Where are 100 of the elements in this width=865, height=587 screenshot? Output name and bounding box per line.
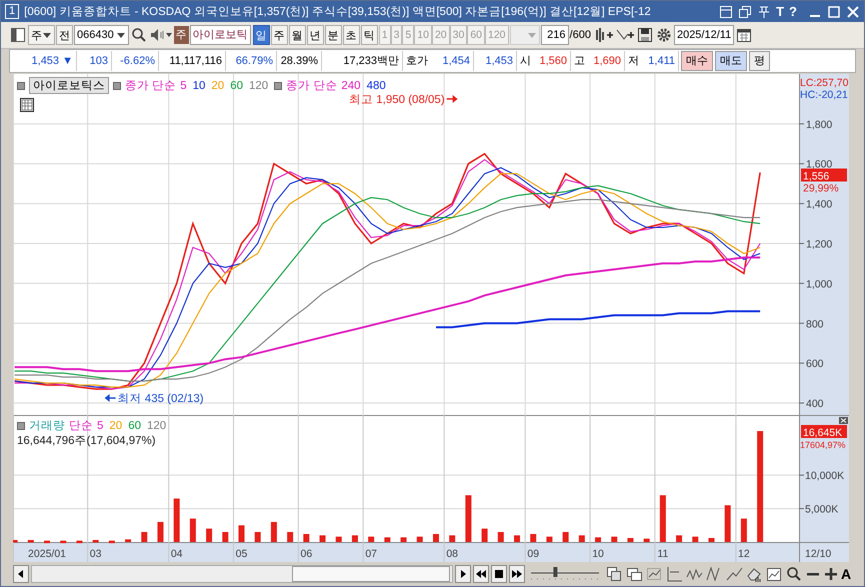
title-bar-button[interactable]: T bbox=[776, 4, 784, 18]
date-axis-label: 03 bbox=[90, 548, 102, 560]
period-label: 10 bbox=[192, 80, 206, 92]
restore-icon[interactable] bbox=[738, 4, 752, 18]
volume-bar bbox=[708, 538, 714, 542]
date-axis-label: 05 bbox=[236, 548, 248, 560]
open-price: 1,560 bbox=[534, 51, 571, 71]
ask-price: 1,454 bbox=[431, 51, 474, 71]
previous-button[interactable]: 전 bbox=[56, 25, 73, 45]
trade-volume: 11,117,116 bbox=[159, 51, 226, 71]
period-label: 5 bbox=[180, 80, 187, 92]
volume-bar bbox=[174, 498, 180, 542]
window-number: 1 bbox=[5, 4, 20, 19]
period-label: 60 bbox=[230, 80, 243, 92]
stock-button[interactable]: 아이로보틱스 bbox=[29, 77, 109, 94]
save-icon[interactable] bbox=[636, 26, 654, 44]
volume-bar bbox=[627, 538, 634, 542]
add-bars-icon[interactable] bbox=[594, 26, 614, 44]
scroll-right-button[interactable] bbox=[455, 565, 471, 583]
table-icon[interactable] bbox=[19, 97, 35, 113]
chart-window-icon[interactable] bbox=[765, 565, 783, 583]
volume-bar bbox=[644, 538, 650, 542]
bid-price: 1,453 bbox=[474, 51, 517, 71]
volume-bar bbox=[60, 540, 66, 544]
indicator-method: 단순 bbox=[69, 419, 93, 433]
search-icon[interactable] bbox=[130, 26, 148, 44]
low-price-annotation: 최저 435 (02/13) bbox=[118, 393, 204, 406]
stock-name-field[interactable]: 아이로보틱 bbox=[190, 25, 251, 45]
volume-bar bbox=[611, 536, 618, 542]
stock-code-field[interactable]: 066430 bbox=[74, 25, 129, 45]
high-price: 1,690 bbox=[588, 51, 625, 71]
volume-bar bbox=[287, 532, 294, 542]
arrow-icon bbox=[104, 394, 116, 402]
price-axis-label: 1,200 bbox=[806, 238, 832, 250]
period-tab[interactable]: 주 bbox=[270, 25, 288, 45]
close-icon[interactable] bbox=[846, 4, 860, 18]
overlap-windows-icon[interactable] bbox=[605, 565, 623, 583]
quote-label: 호가 bbox=[405, 54, 429, 69]
settings-icon[interactable] bbox=[654, 26, 673, 44]
order-button[interactable]: 매수 bbox=[681, 51, 713, 71]
dotted-chart-icon[interactable] bbox=[645, 565, 663, 583]
period-tab[interactable]: 년 bbox=[306, 25, 324, 45]
change-rate: -6.62% bbox=[112, 51, 159, 71]
period-tab[interactable]: 틱 bbox=[360, 25, 378, 45]
order-button[interactable]: 평 bbox=[749, 51, 770, 71]
plus-icon[interactable] bbox=[823, 565, 839, 583]
price-axis-label: 600 bbox=[806, 358, 824, 370]
bar-count-field[interactable]: 216 bbox=[540, 25, 569, 45]
date-field[interactable]: 2025/12/11 bbox=[674, 25, 734, 45]
high-label: 고 bbox=[573, 54, 586, 69]
hc-label: HC:-20,21 bbox=[800, 89, 848, 101]
dropdown-arrow-icon bbox=[42, 30, 52, 40]
period-label: 20 bbox=[109, 420, 122, 432]
period-label: 120 bbox=[249, 80, 268, 92]
volume-axis-label: 10,000K bbox=[805, 470, 844, 482]
scroll-left-button[interactable] bbox=[13, 565, 29, 583]
font-size-button[interactable]: A bbox=[841, 566, 852, 582]
price-axis-label: 800 bbox=[806, 318, 824, 330]
search-icon[interactable] bbox=[785, 565, 803, 583]
volume-bar bbox=[125, 539, 132, 542]
stock-type-tag: 주 bbox=[174, 26, 189, 44]
period-tab[interactable]: 초 bbox=[342, 25, 360, 45]
pin-icon[interactable] bbox=[757, 4, 772, 18]
panel-icon[interactable] bbox=[9, 26, 27, 44]
title-bar-button[interactable]: ? bbox=[789, 4, 797, 18]
calendar-icon[interactable] bbox=[735, 26, 754, 44]
date-axis-label: 08 bbox=[446, 548, 458, 560]
date-axis-label: 2025/01 bbox=[28, 548, 66, 560]
left-arrow-icon bbox=[17, 569, 25, 579]
low-price: 1,411 bbox=[642, 51, 679, 71]
market-selector[interactable]: 주 bbox=[28, 25, 55, 45]
period-label: 20 bbox=[211, 80, 224, 92]
indicator-title: 종가 단순 bbox=[125, 79, 176, 93]
volume-bar bbox=[400, 537, 407, 542]
layout-icon[interactable] bbox=[719, 4, 734, 18]
rewind-button[interactable] bbox=[473, 565, 489, 583]
volume-bar bbox=[416, 536, 423, 542]
fast-forward-button[interactable] bbox=[509, 565, 525, 583]
slider-thumb[interactable] bbox=[553, 567, 558, 577]
order-button[interactable]: 매도 bbox=[715, 51, 747, 71]
trend-line-icon[interactable] bbox=[725, 565, 743, 583]
maximize-icon[interactable] bbox=[827, 4, 841, 18]
stop-button[interactable] bbox=[491, 565, 507, 583]
high-price-annotation: 최고 1,950 (08/05) bbox=[349, 94, 445, 106]
arrow-icon bbox=[446, 94, 458, 103]
low-label: 저 bbox=[627, 54, 640, 69]
volume-bar bbox=[28, 540, 34, 542]
scroll-track[interactable] bbox=[31, 565, 453, 583]
scroll-thumb[interactable] bbox=[292, 566, 450, 582]
period-tab[interactable]: 일 bbox=[252, 25, 270, 45]
axis-icon[interactable] bbox=[665, 565, 683, 583]
turnover-ratio: 28.39% bbox=[277, 51, 322, 71]
price-axis-label: 400 bbox=[806, 398, 824, 410]
volume-bar bbox=[368, 536, 374, 542]
close-icon[interactable] bbox=[839, 417, 848, 424]
split-windows-icon[interactable] bbox=[625, 565, 643, 583]
period-tab[interactable]: 월 bbox=[288, 25, 306, 45]
volume-bar bbox=[482, 528, 488, 542]
indicator-title: 거래량 bbox=[29, 419, 65, 433]
period-tab[interactable]: 분 bbox=[324, 25, 342, 45]
